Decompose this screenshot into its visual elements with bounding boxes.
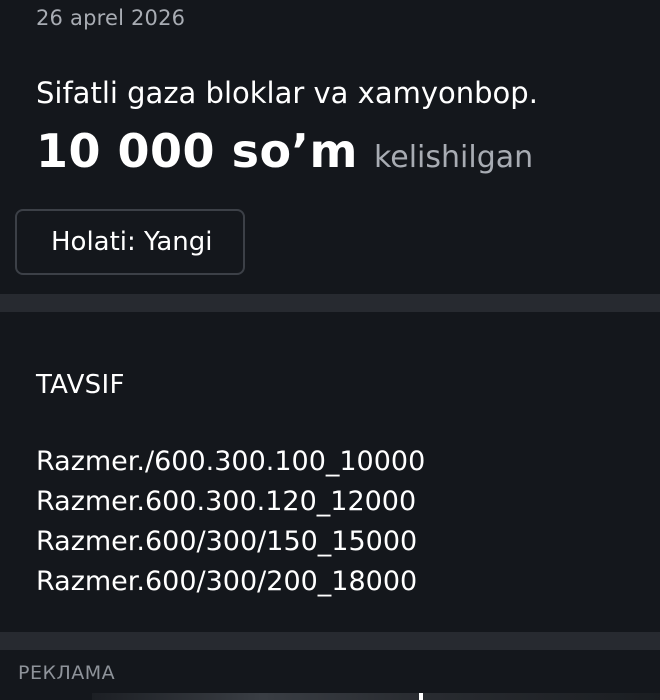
ad-section: РЕКЛАМА <box>0 650 660 700</box>
description-line: Razmer.600/300/150_15000 <box>36 526 418 557</box>
listing-header-card: 26 aprel 2026 Sifatli gaza bloklar va xa… <box>0 0 660 294</box>
section-divider <box>0 632 660 650</box>
description-card: TAVSIF Razmer./600.300.100_10000 Razmer.… <box>0 312 660 632</box>
listing-page: 26 aprel 2026 Sifatli gaza bloklar va xa… <box>0 0 660 700</box>
description-line: Razmer.600.300.120_12000 <box>36 486 417 517</box>
description-line: Razmer.600/300/200_18000 <box>36 566 418 597</box>
ad-image-separator <box>419 693 423 700</box>
listing-date: 26 aprel 2026 <box>36 6 186 30</box>
description-line: Razmer./600.300.100_10000 <box>36 446 426 477</box>
ad-banner-image[interactable] <box>92 693 660 700</box>
condition-chip[interactable]: Holati: Yangi <box>15 209 245 275</box>
price-value: 10 000 so’m <box>36 124 358 178</box>
ad-label: РЕКЛАМА <box>18 662 116 684</box>
price-row: 10 000 so’m kelishilgan <box>36 124 533 178</box>
description-heading: TAVSIF <box>36 370 125 400</box>
description-text: Razmer./600.300.100_10000 Razmer.600.300… <box>36 442 425 602</box>
section-divider <box>0 294 660 312</box>
listing-title: Sifatli gaza bloklar va xamyonbop. <box>36 76 538 110</box>
price-negotiable-note: kelishilgan <box>373 140 534 175</box>
